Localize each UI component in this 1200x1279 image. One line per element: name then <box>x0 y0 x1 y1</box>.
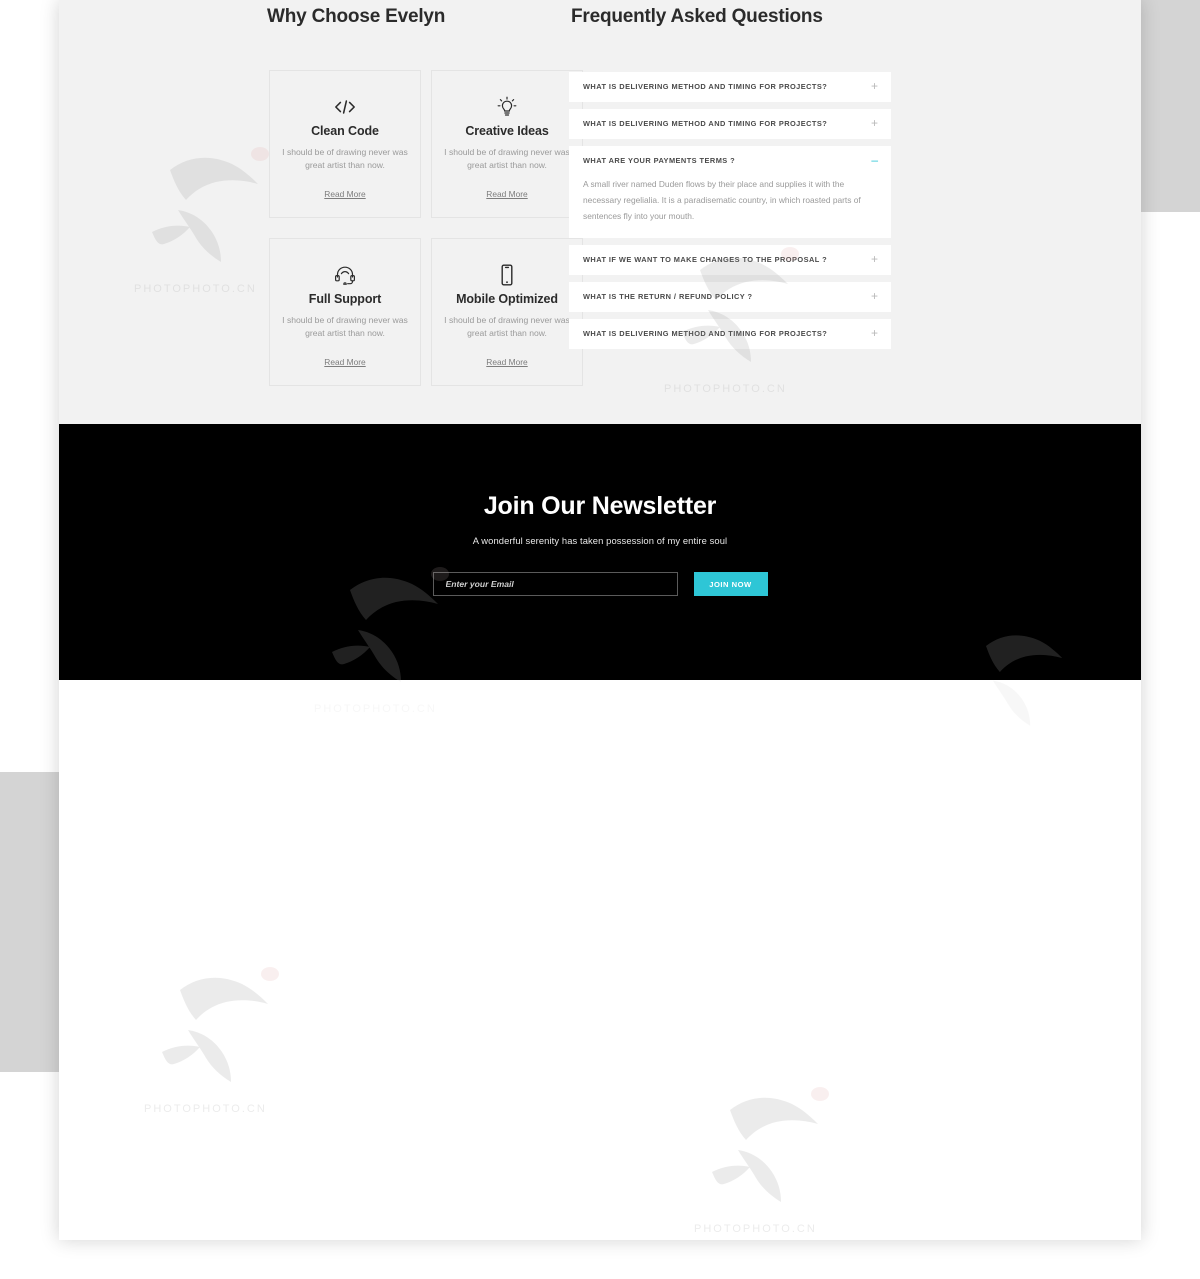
why-choose-column: Why Choose Evelyn Clean Code I should be… <box>211 0 601 406</box>
faq-question: WHAT IS DELIVERING METHOD AND TIMING FOR… <box>583 119 828 128</box>
features-faq-section: Why Choose Evelyn Clean Code I should be… <box>59 0 1141 424</box>
faq-question: WHAT IS DELIVERING METHOD AND TIMING FOR… <box>583 82 828 91</box>
headset-support-icon <box>270 262 420 288</box>
feature-card-read-more-link[interactable]: Read More <box>324 357 365 367</box>
feature-card-title: Clean Code <box>311 124 379 138</box>
feature-card-title: Full Support <box>308 292 382 306</box>
page-canvas: Why Choose Evelyn Clean Code I should be… <box>59 0 1141 1240</box>
feature-card-read-more-link[interactable]: Read More <box>324 189 365 199</box>
code-icon <box>270 94 420 120</box>
faq-answer: A small river named Duden flows by their… <box>583 179 861 221</box>
feature-card-read-more-link[interactable]: Read More <box>486 189 527 199</box>
faq-question: WHAT IS THE RETURN / REFUND POLICY ? <box>583 292 753 301</box>
faq-item[interactable]: WHAT IS DELIVERING METHOD AND TIMING FOR… <box>569 319 891 349</box>
faq-question: WHAT IS DELIVERING METHOD AND TIMING FOR… <box>583 329 828 338</box>
faq-toggle-icon[interactable]: + <box>871 80 878 92</box>
faq-toggle-icon[interactable]: + <box>871 117 878 129</box>
faq-question: WHAT IF WE WANT TO MAKE CHANGES TO THE P… <box>583 255 828 264</box>
faq-toggle-icon[interactable]: + <box>871 290 878 302</box>
page-blank-tail <box>59 680 1141 1240</box>
feature-card-desc: I should be of drawing never was great a… <box>282 147 408 170</box>
faq-toggle-icon[interactable]: + <box>871 327 878 339</box>
faq-item-expanded[interactable]: WHAT ARE YOUR PAYMENTS TERMS ? – A small… <box>569 146 891 238</box>
email-input[interactable] <box>432 572 678 596</box>
newsletter-subtitle: A wonderful serenity has taken possessio… <box>472 535 728 546</box>
background-band-left <box>0 772 59 1072</box>
faq-item[interactable]: WHAT IS DELIVERING METHOD AND TIMING FOR… <box>569 109 891 139</box>
feature-card-clean-code[interactable]: Clean Code I should be of drawing never … <box>269 70 421 218</box>
newsletter-form: JOIN NOW <box>59 572 1141 596</box>
faq-question: WHAT ARE YOUR PAYMENTS TERMS ? <box>583 156 736 165</box>
faq-item[interactable]: WHAT IS THE RETURN / REFUND POLICY ? + <box>569 282 891 312</box>
why-choose-heading: Why Choose Evelyn <box>267 6 446 27</box>
screenshot-stage: Why Choose Evelyn Clean Code I should be… <box>0 0 1200 1279</box>
faq-column: Frequently Asked Questions WHAT IS DELIV… <box>549 0 939 356</box>
faq-toggle-icon[interactable]: + <box>871 253 878 265</box>
faq-accordion: WHAT IS DELIVERING METHOD AND TIMING FOR… <box>569 72 891 349</box>
faq-toggle-icon[interactable]: – <box>871 154 878 166</box>
join-now-button[interactable]: JOIN NOW <box>693 572 768 596</box>
background-band-right <box>1141 0 1200 212</box>
newsletter-title: Join Our Newsletter <box>483 492 717 520</box>
faq-heading: Frequently Asked Questions <box>571 6 823 27</box>
faq-item[interactable]: WHAT IF WE WANT TO MAKE CHANGES TO THE P… <box>569 245 891 275</box>
feature-card-read-more-link[interactable]: Read More <box>486 357 527 367</box>
newsletter-section: Join Our Newsletter A wonderful serenity… <box>59 424 1141 680</box>
feature-card-grid: Clean Code I should be of drawing never … <box>269 70 595 406</box>
faq-item[interactable]: WHAT IS DELIVERING METHOD AND TIMING FOR… <box>569 72 891 102</box>
feature-card-full-support[interactable]: Full Support I should be of drawing neve… <box>269 238 421 386</box>
feature-card-desc: I should be of drawing never was great a… <box>282 315 408 338</box>
